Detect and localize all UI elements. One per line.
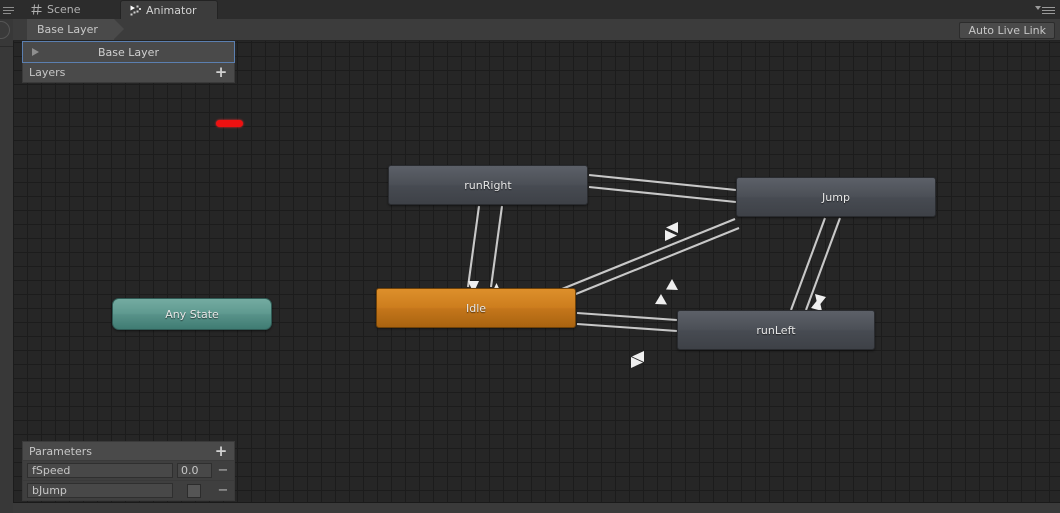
highlight-marker (216, 120, 243, 127)
state-node-label: runRight (464, 178, 512, 192)
layers-panel: Base Layer Layers + (22, 41, 235, 83)
edge-runright-to-jump (588, 185, 737, 204)
window-menu-icon[interactable] (1033, 3, 1055, 16)
scene-grid-icon (31, 4, 42, 15)
add-parameter-button[interactable]: + (214, 444, 228, 459)
breadcrumb[interactable]: Base Layer (27, 19, 124, 40)
panel-drag-handle-icon[interactable] (2, 4, 16, 15)
parameter-value-field[interactable]: 0.0 (177, 463, 212, 478)
layers-header-label: Layers (29, 66, 66, 79)
tab-strip: Scene Animator (0, 0, 1060, 20)
parameters-panel: Parameters + fSpeed 0.0 − bJump − (22, 441, 235, 501)
edge-jump-to-runleft (790, 217, 826, 311)
animator-toolbar: Base Layer Auto Live Link (13, 19, 1060, 41)
edge-runright-to-idle (466, 205, 481, 288)
layers-header: Layers + (22, 63, 235, 83)
parameter-name-field[interactable]: fSpeed (27, 463, 173, 478)
tab-scene-label: Scene (47, 3, 81, 16)
parameters-header-label: Parameters (29, 444, 92, 458)
remove-parameter-button[interactable]: − (216, 484, 230, 497)
tab-scene[interactable]: Scene (22, 0, 118, 19)
layer-row-base-layer[interactable]: Base Layer (22, 41, 235, 63)
state-node-runright[interactable]: runRight (388, 165, 588, 205)
sliver-circle-icon (0, 21, 10, 39)
adjacent-dock-sliver (0, 19, 14, 513)
layer-row-label: Base Layer (98, 45, 159, 59)
state-node-idle[interactable]: Idle (376, 288, 576, 328)
sliver-divider (0, 46, 13, 47)
edge-runleft-to-idle (576, 311, 678, 322)
state-node-label: Any State (165, 307, 219, 321)
animator-window: Scene Animator Base Layer Auto Live Link… (0, 0, 1060, 513)
triangle-right-icon[interactable] (32, 48, 39, 56)
breadcrumb-label: Base Layer (37, 23, 98, 36)
edge-idle-to-jump (565, 227, 740, 299)
edge-idle-to-runright (489, 205, 504, 288)
parameter-name-field[interactable]: bJump (27, 483, 173, 498)
animator-graph-canvas[interactable]: runRight Jump Idle runLeft Any State Bas… (13, 41, 1060, 513)
parameter-row: fSpeed 0.0 − (22, 461, 235, 481)
state-node-label: runLeft (756, 323, 796, 337)
animator-dots-icon (130, 5, 141, 16)
state-node-jump[interactable]: Jump (736, 177, 936, 217)
status-bar (13, 503, 1060, 513)
auto-live-link-label: Auto Live Link (968, 24, 1046, 37)
add-layer-button[interactable]: + (214, 65, 228, 80)
tab-animator-label: Animator (146, 3, 197, 17)
edge-jump-to-runright (588, 173, 737, 192)
edge-jump-to-idle (561, 218, 736, 290)
state-node-any-state[interactable]: Any State (112, 298, 272, 330)
auto-live-link-button[interactable]: Auto Live Link (959, 22, 1055, 39)
state-node-label: Jump (822, 190, 850, 204)
parameter-row: bJump − (22, 481, 235, 501)
remove-parameter-button[interactable]: − (216, 464, 230, 477)
state-node-runleft[interactable]: runLeft (677, 310, 875, 350)
parameters-header: Parameters + (22, 441, 235, 461)
parameter-checkbox[interactable] (187, 483, 201, 498)
edge-idle-to-runleft (576, 322, 678, 333)
tab-animator[interactable]: Animator (120, 0, 218, 19)
state-node-label: Idle (465, 301, 487, 315)
edge-runleft-to-jump (805, 217, 841, 311)
